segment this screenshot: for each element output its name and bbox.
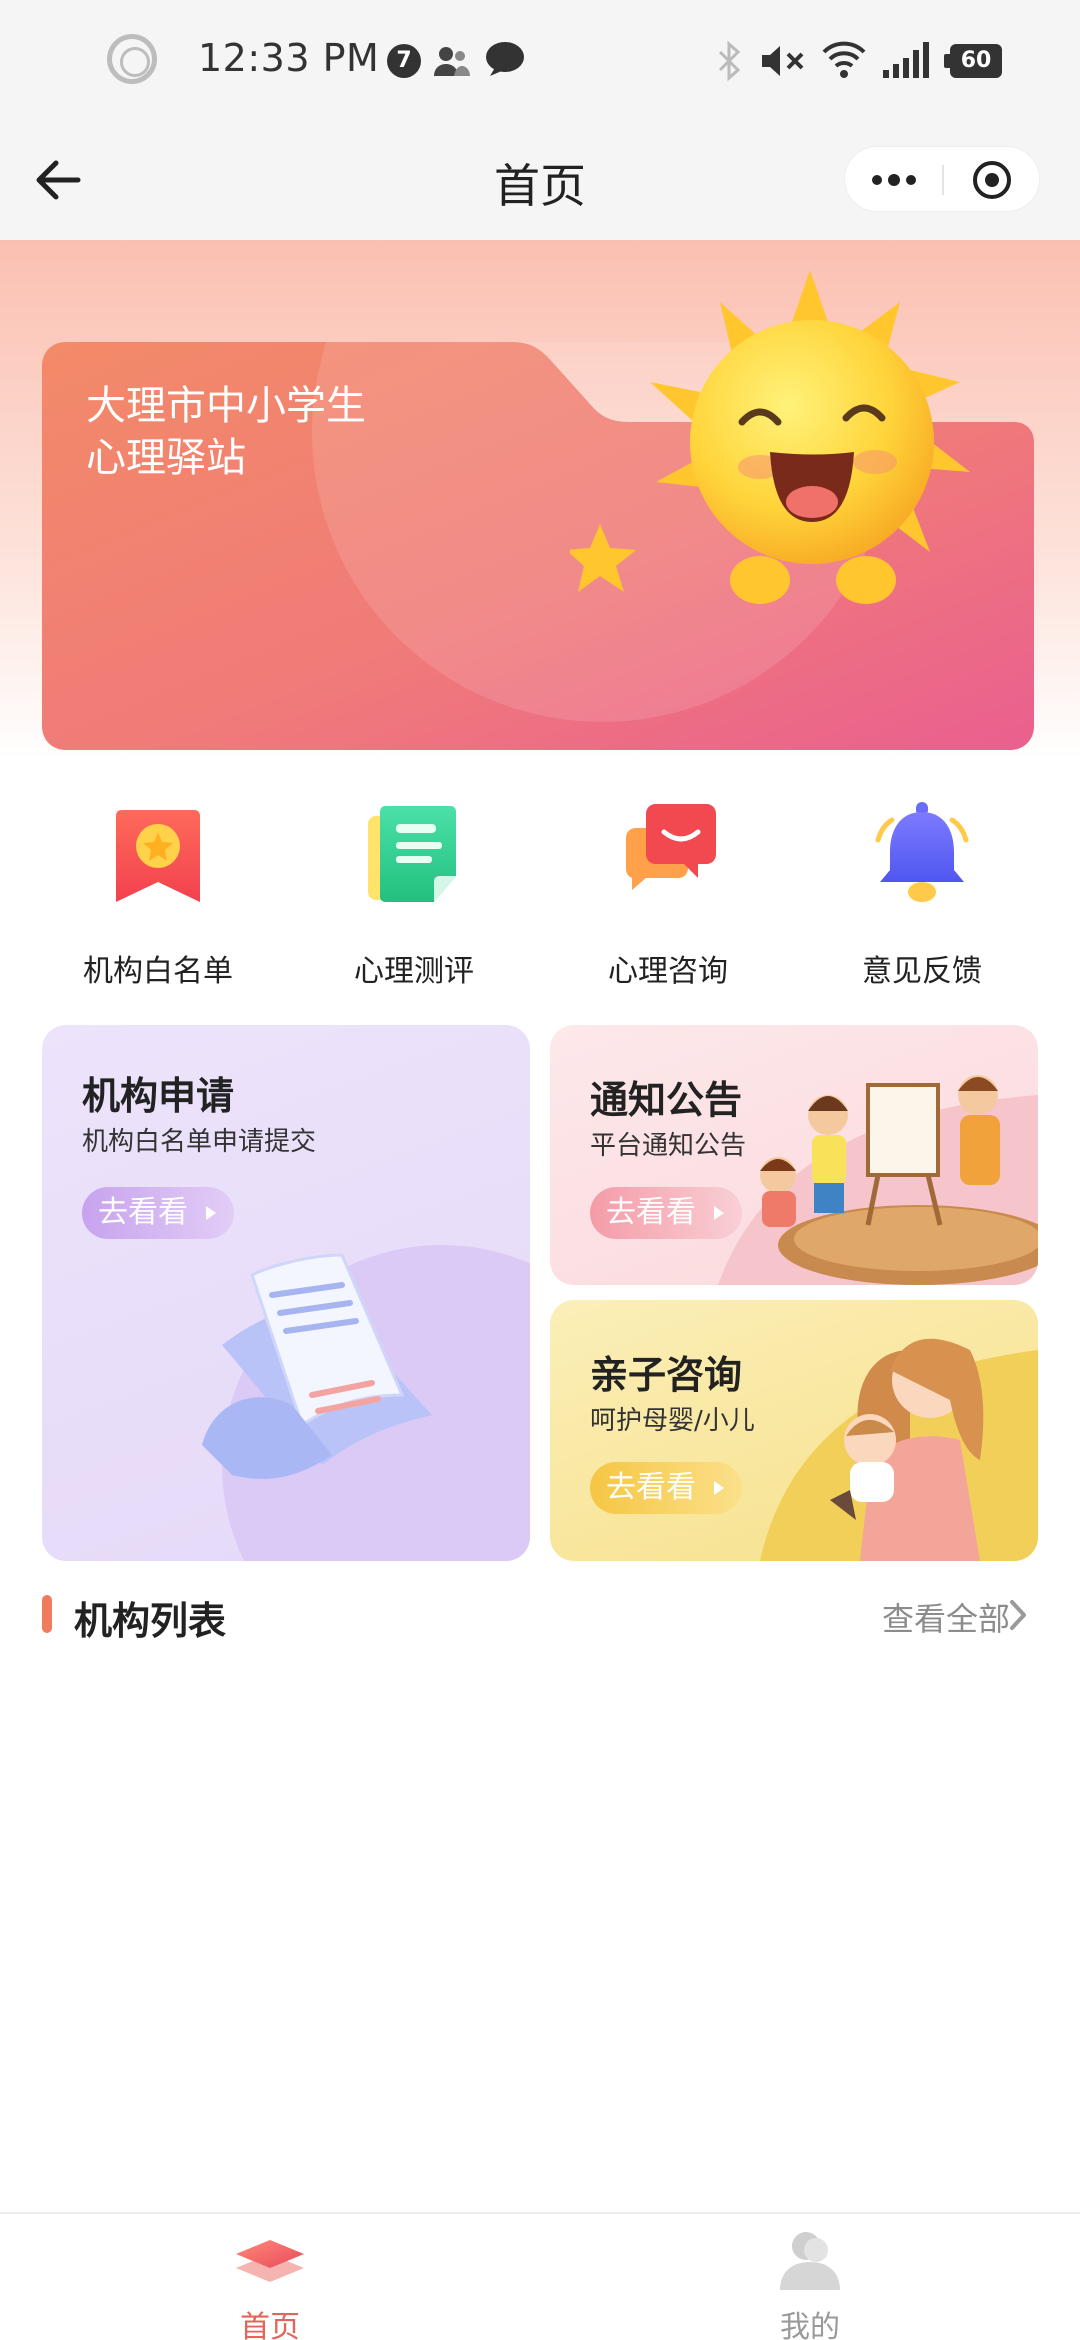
wifi-icon [822,41,866,78]
card-subtitle: 机构白名单申请提交 [82,1127,317,1157]
bell-icon [875,802,969,902]
quick-action-label: 机构白名单 [83,954,233,989]
tab-label: 首页 [240,2310,300,2340]
card-institution-apply[interactable]: 机构申请 机构白名单申请提交 去看看 [42,1025,530,1561]
mute-icon [762,46,804,76]
card-title: 机构申请 [82,1074,235,1118]
close-miniprogram-button[interactable] [943,147,1041,213]
go-see-button[interactable]: 去看看 [590,1187,742,1239]
document-scroll-icon [202,1245,530,1561]
card-subtitle: 呵护母婴/小儿 [590,1406,755,1436]
view-all-link[interactable]: 查看全部 [882,1594,1010,1640]
signal-icon [883,42,929,78]
quick-actions: 机构白名单 心理测评 心理咨询 意见反馈 [0,800,1080,1000]
tab-label: 我的 [780,2310,840,2340]
quick-action-label: 意见反馈 [862,954,982,989]
target-circle-icon [973,161,1011,199]
quick-action-whitelist[interactable]: 机构白名单 [28,800,288,1000]
bluetooth-icon [718,40,741,82]
more-dot-icon [906,175,916,185]
contacts-icon [434,47,470,76]
more-options-button[interactable] [845,147,943,213]
user-profile-icon [780,2232,840,2290]
mother-baby-icon [760,1338,1038,1561]
document-icon [368,806,456,902]
card-title: 亲子咨询 [590,1353,743,1397]
quick-action-label: 心理测评 [354,954,474,989]
status-bar: 12:33 PM 7 60 [0,0,1080,120]
quick-action-label: 心理咨询 [608,954,728,989]
card-subtitle: 平台通知公告 [590,1131,747,1161]
quick-action-feedback[interactable]: 意见反馈 [792,800,1052,1000]
card-title: 通知公告 [590,1078,743,1122]
message-icon [486,42,524,76]
go-see-button[interactable]: 去看看 [82,1187,234,1239]
card-parent-child[interactable]: 亲子咨询 呵护母婴/小儿 去看看 [550,1300,1038,1561]
bookmark-star-icon [116,810,200,902]
home-layers-icon [236,2240,304,2282]
more-dot-icon [872,175,882,185]
tab-bar: 首页 我的 [0,2212,1080,2340]
go-see-button[interactable]: 去看看 [590,1462,742,1514]
chat-bubble-icon [626,804,716,890]
children-painting-icon [718,1075,1038,1285]
section-title: 机构列表 [74,1599,227,1643]
tab-home[interactable]: 首页 [0,2214,540,2340]
quick-action-assessment[interactable]: 心理测评 [284,800,544,1000]
sun-mascot-icon [570,270,970,604]
more-dot-icon [888,174,900,186]
section-accent-bar [42,1595,52,1633]
card-notice[interactable]: 通知公告 平台通知公告 去看看 [550,1025,1038,1285]
navigation-bar: 首页 [0,120,1080,240]
status-time: 12:33 PM [198,36,380,80]
record-indicator-icon [107,34,157,84]
banner-title-line1: 大理市中小学生 [86,383,366,429]
banner-title-line2: 心理驿站 [86,435,246,481]
quick-action-counseling[interactable]: 心理咨询 [538,800,798,1000]
tab-mine[interactable]: 我的 [540,2214,1080,2340]
banner-title: 大理市中小学生 心理驿站 [86,380,366,484]
battery-icon: 60 [944,44,1002,78]
chevron-right-icon[interactable] [1006,1598,1030,1632]
notification-count-badge: 7 [387,44,421,78]
miniprogram-capsule [844,146,1040,212]
